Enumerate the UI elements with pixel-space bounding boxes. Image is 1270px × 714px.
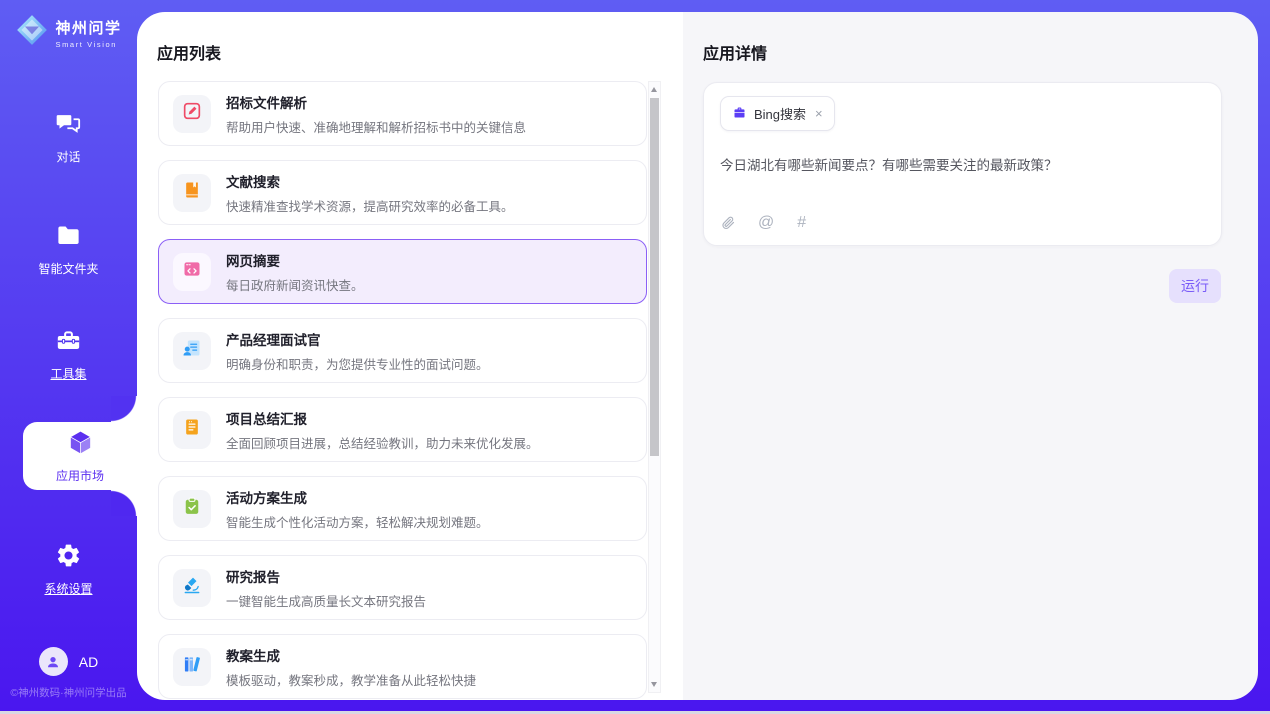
scrollbar-thumb[interactable] (650, 98, 659, 456)
paperclip-icon[interactable] (721, 215, 735, 231)
webpage-icon (182, 259, 202, 284)
app-card-4[interactable]: 产品经理面试官 明确身份和职责，为您提供专业性的面试问题。 (158, 318, 647, 383)
scrollbar[interactable] (648, 81, 661, 693)
at-icon[interactable]: @ (758, 214, 774, 232)
edit-doc-icon (182, 101, 202, 126)
app-detail-title: 应用详情 (703, 40, 767, 64)
main-content: 应用列表 招标文件解析 帮助用户快速、准确地理解和解析招标书中的关键信息 文献搜… (137, 12, 1258, 700)
microscope-icon (182, 575, 202, 600)
gear-icon (55, 542, 82, 574)
user-initials: AD (79, 654, 98, 670)
folder-icon (55, 222, 82, 254)
app-card-list: 招标文件解析 帮助用户快速、准确地理解和解析招标书中的关键信息 文献搜索 快速精… (158, 81, 647, 700)
interviewer-icon (182, 338, 202, 363)
user-account[interactable]: AD (0, 647, 137, 676)
prompt-card: Bing搜索 × 今日湖北有哪些新闻要点？有哪些需要关注的最新政策？ @ # (703, 82, 1222, 246)
app-card-3[interactable]: 网页摘要 每日政府新闻资讯快查。 (158, 239, 647, 304)
chat-icon (55, 110, 82, 142)
query-input[interactable]: 今日湖北有哪些新闻要点？有哪些需要关注的最新政策？ (720, 154, 1205, 174)
brand-subtitle: Smart Vision (55, 40, 121, 49)
app-card-2[interactable]: 文献搜索 快速精准查找学术资源，提高研究效率的必备工具。 (158, 160, 647, 225)
toolbox-icon (55, 327, 82, 359)
books-icon (182, 654, 202, 679)
app-card-5[interactable]: 项目总结汇报 全面回顾项目进展，总结经验教训，助力未来优化发展。 (158, 397, 647, 462)
scroll-up-arrow-icon[interactable] (651, 87, 657, 92)
scroll-down-arrow-icon[interactable] (651, 682, 657, 687)
brand-diamond-icon (15, 13, 49, 52)
clipboard-icon (182, 496, 202, 521)
app-card-8[interactable]: 教案生成 模板驱动，教案秒成，教学准备从此轻松快捷 (158, 634, 647, 699)
tab-curve-top (111, 396, 137, 422)
app-window: 神州问学 Smart Vision 对话 智能文件夹 工具集 应用市场 系统设置… (0, 0, 1270, 714)
tool-tag-label: Bing搜索 (754, 104, 806, 123)
app-list-panel: 应用列表 招标文件解析 帮助用户快速、准确地理解和解析招标书中的关键信息 文献搜… (137, 12, 683, 700)
sidebar-item-folder[interactable]: 智能文件夹 (0, 222, 137, 277)
sidebar: 神州问学 Smart Vision 对话 智能文件夹 工具集 应用市场 系统设置… (0, 0, 137, 714)
sidebar-item-toolbox[interactable]: 工具集 (0, 327, 137, 382)
app-detail-panel: 应用详情 Bing搜索 × 今日湖北有哪些新闻要点？有哪些需要关注的最新政策？ (683, 12, 1258, 700)
brand-name: 神州问学 (55, 17, 121, 38)
tool-tag-bing-search[interactable]: Bing搜索 × (720, 96, 835, 131)
app-card-7[interactable]: 研究报告 一键智能生成高质量长文本研究报告 (158, 555, 647, 620)
app-card-1[interactable]: 招标文件解析 帮助用户快速、准确地理解和解析招标书中的关键信息 (158, 81, 647, 146)
run-button[interactable]: 运行 (1169, 269, 1221, 303)
app-list-title: 应用列表 (157, 40, 221, 64)
copyright-footer: ©神州数码·神州问学出品 (0, 685, 137, 700)
report-icon (182, 417, 202, 442)
brand-logo: 神州问学 Smart Vision (0, 13, 137, 52)
briefcase-icon (732, 105, 747, 123)
cube-icon (66, 428, 95, 462)
hash-icon[interactable]: # (797, 214, 806, 232)
close-icon[interactable]: × (815, 106, 823, 121)
tab-curve-bottom (111, 490, 137, 516)
attachment-toolbar: @ # (721, 214, 806, 232)
book-icon (182, 180, 202, 205)
sidebar-item-cube[interactable]: 应用市场 (23, 422, 137, 490)
app-card-6[interactable]: 活动方案生成 智能生成个性化活动方案，轻松解决规划难题。 (158, 476, 647, 541)
sidebar-item-chat[interactable]: 对话 (0, 110, 137, 165)
sidebar-item-gear[interactable]: 系统设置 (0, 542, 137, 597)
avatar (39, 647, 68, 676)
